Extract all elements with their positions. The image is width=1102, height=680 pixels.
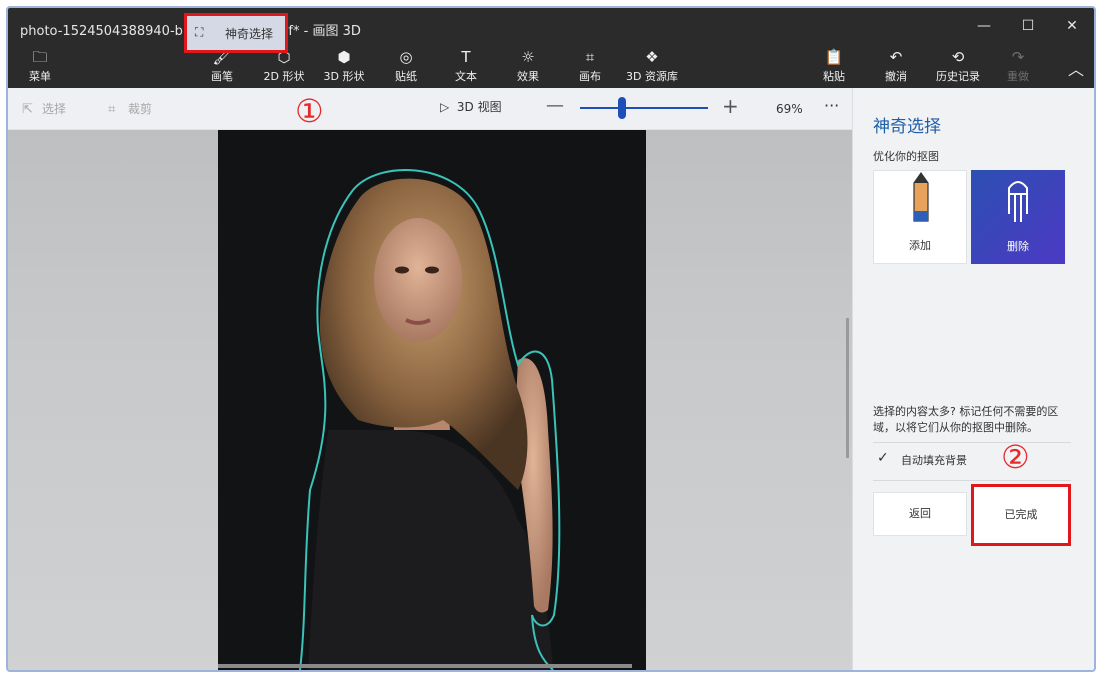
paint3d-window: photo-1524504388940-b1c1722653e1.jfif* -… [6,6,1096,672]
horizontal-scrollbar[interactable] [218,664,632,668]
minimize-button[interactable]: — [964,14,1004,38]
annotation-marker-1: ① [295,92,324,130]
text-icon: T [461,48,471,66]
library-icon: ❖ [645,48,659,66]
canvas-icon: ⌗ [585,48,595,66]
divider [873,480,1071,481]
close-button[interactable]: ✕ [1052,14,1092,38]
zoom-slider-track[interactable] [580,107,708,109]
remove-tool-label: 删除 [1007,240,1029,253]
crop-icon: ⌗ [108,102,116,117]
redo-button[interactable]: ↷ 重做 [986,48,1050,86]
view-3d-icon: ▷ [440,100,450,114]
sticker-tool[interactable]: ◎ 贴纸 [374,48,438,86]
paste-icon: 📋 [824,48,844,66]
maximize-button[interactable]: ☐ [1008,14,1048,38]
menu-button[interactable]: 🗀 菜单 [8,48,72,86]
sticker-icon: ◎ [399,48,413,66]
cube-icon: ⬢ [337,48,351,66]
vertical-scrollbar[interactable] [846,318,849,458]
effects-icon: ☼ [521,48,535,66]
done-button[interactable]: 已完成 [971,484,1071,546]
pencil-icon [913,171,929,222]
chevron-up-icon[interactable]: ︿ [1068,56,1084,80]
zoom-out-button[interactable]: — [546,95,564,116]
zoom-in-button[interactable]: + [722,94,739,118]
panel-title: 神奇选择 [873,117,941,137]
history-button[interactable]: ⟲ 历史记录 [926,48,990,86]
remove-tool-button[interactable]: 删除 [971,170,1065,264]
text-tool[interactable]: T 文本 [434,48,498,86]
magic-select-panel: 神奇选择 优化你的抠图 添加 删除 选择的内容太多? 标记任何不需要的区域，以将… [852,88,1094,670]
canvas-tool[interactable]: ⌗ 画布 [558,48,622,86]
undo-icon: ↶ [889,48,903,66]
shapes-2d-tool[interactable]: ⬡ 2D 形状 [252,48,316,86]
crop-tool[interactable]: ⌗ 裁剪 [108,98,152,120]
back-button[interactable]: 返回 [873,492,967,536]
zoom-slider-thumb[interactable] [618,97,626,119]
view-3d-toggle[interactable]: ▷ 3D 视图 [440,98,502,115]
panel-description: 选择的内容太多? 标记任何不需要的区域，以将它们从你的抠图中删除。 [873,405,1059,434]
library-3d-tool[interactable]: ❖ 3D 资源库 [620,48,684,86]
magic-select-button[interactable]: ⛶ 神奇选择 [184,13,288,53]
magic-select-icon: ⛶ [195,25,204,39]
autofill-checkbox-label[interactable]: 自动填充背景 [901,452,967,468]
folder-icon: 🗀 [32,48,48,66]
portrait-image [299,169,561,670]
shapes-3d-tool[interactable]: ⬢ 3D 形状 [312,48,376,86]
undo-button[interactable]: ↶ 撤消 [864,48,928,86]
effects-tool[interactable]: ☼ 效果 [496,48,560,86]
more-options-button[interactable]: ··· [824,96,839,115]
redo-icon: ↷ [1011,48,1025,66]
add-tool-button[interactable]: 添加 [873,170,967,264]
history-icon: ⟲ [951,48,965,66]
zoom-percent: 69% [776,102,803,116]
select-tool[interactable]: ⇱ 选择 [22,98,66,120]
paste-button[interactable]: 📋 粘贴 [802,48,866,86]
eraser-icon [1008,181,1028,222]
photo-canvas[interactable] [218,130,646,670]
brush-tool[interactable]: 🖌 画笔 [190,48,254,86]
annotation-marker-2: ② [1001,438,1030,476]
title-and-ribbon-bar: photo-1524504388940-b1c1722653e1.jfif* -… [8,8,1094,88]
panel-subtitle: 优化你的抠图 [873,150,939,163]
add-tool-label: 添加 [909,239,931,252]
checkmark-icon[interactable]: ✓ [877,450,889,466]
divider [873,442,1071,443]
cursor-icon: ⇱ [22,102,33,117]
